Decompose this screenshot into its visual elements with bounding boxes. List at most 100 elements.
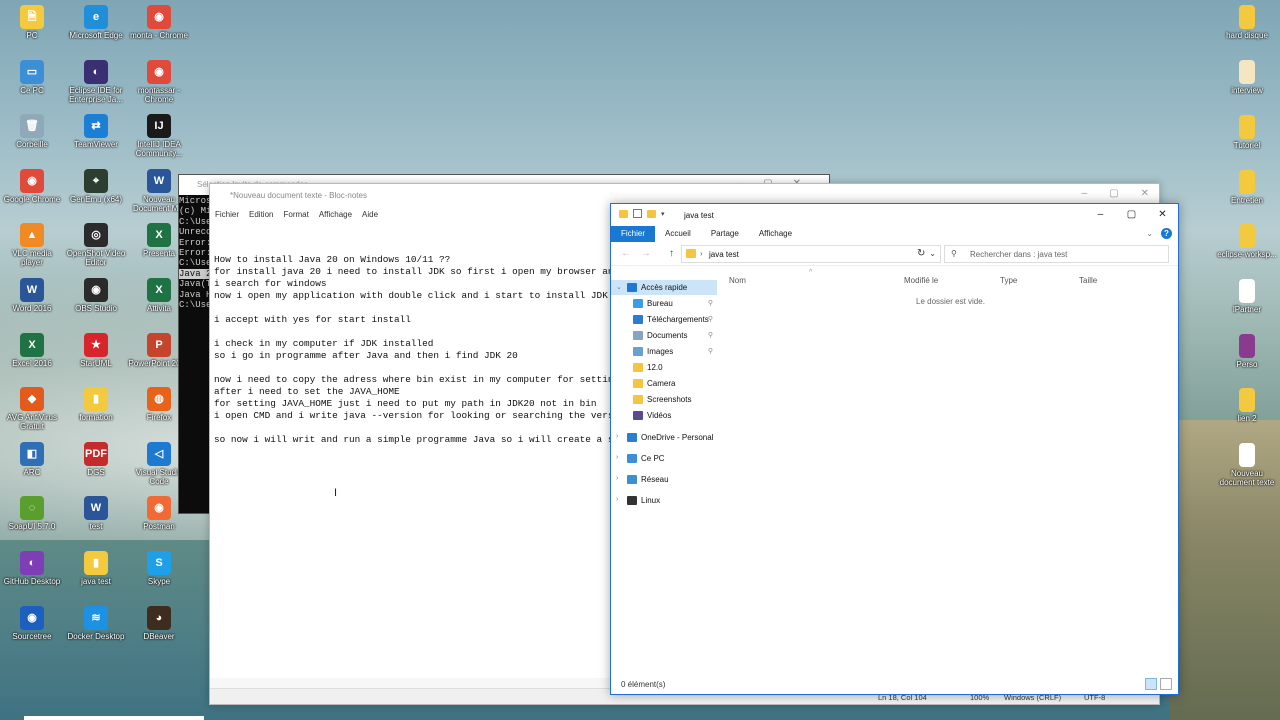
pin-icon[interactable]: ⚲ bbox=[708, 331, 713, 339]
notepad-text-area[interactable]: How to install Java 20 on Windows 10/11 … bbox=[214, 242, 610, 662]
chevron-right-icon[interactable]: › bbox=[616, 475, 618, 482]
desktop-icon-entretien[interactable]: Entretien bbox=[1216, 170, 1278, 205]
desktop-icon-ce-pc[interactable]: ▭ Ce PC bbox=[1, 59, 63, 95]
desktop-icon-soapui-5-7-0[interactable]: ◌ SoapUI 5.7.0 bbox=[1, 496, 63, 531]
desktop-icon-google-chrome[interactable]: ◉ Google Chrome bbox=[1, 168, 63, 204]
desktop-icon-genemu-x64[interactable]: ⌖ GenEmu (x64) bbox=[65, 168, 127, 204]
nav-item-camera[interactable]: Camera bbox=[611, 376, 717, 391]
desktop-icon-excel-2016[interactable]: X Excel 2016 bbox=[1, 332, 63, 368]
menu-fichier[interactable]: Fichier bbox=[215, 210, 239, 219]
close-icon[interactable]: ✕ bbox=[1147, 204, 1178, 226]
search-input[interactable]: ⚲ Rechercher dans : java test bbox=[944, 245, 1169, 263]
nav-item-telechargements[interactable]: Téléchargements ⚲ bbox=[611, 312, 717, 327]
properties-icon[interactable] bbox=[633, 209, 642, 218]
desktop-icon-avg-antivirus-gratuit[interactable]: ◆ AVG AntiVirus Gratuit bbox=[1, 387, 63, 431]
desktop-icon-interview[interactable]: interview bbox=[1216, 60, 1278, 95]
tab-accueil[interactable]: Accueil bbox=[655, 226, 701, 242]
desktop-icon-dgs[interactable]: PDF DGS bbox=[65, 441, 127, 477]
nav-item-images[interactable]: Images ⚲ bbox=[611, 344, 717, 359]
desktop-icon-java-test[interactable]: ▮ java test bbox=[65, 551, 127, 586]
pin-icon[interactable]: ⚲ bbox=[708, 347, 713, 355]
desktop-icon-sourcetree[interactable]: ◉ Sourcetree bbox=[1, 605, 63, 641]
desktop-icon-montassar-chrome[interactable]: ◉ montassar - Chrome bbox=[128, 59, 190, 104]
menu-edition[interactable]: Edition bbox=[249, 210, 273, 219]
desktop-icon-obs-studio[interactable]: ◉ OBS Studio bbox=[65, 278, 127, 313]
desktop-icon-label: montassar - Chrome bbox=[137, 85, 181, 104]
desktop-icon-github-desktop[interactable]: ◐ GitHub Desktop bbox=[1, 551, 63, 586]
expand-ribbon-icon[interactable]: ⌄ bbox=[1146, 229, 1153, 238]
address-bar[interactable]: › java test ⌄ bbox=[681, 245, 941, 263]
customize-toolbar-icon[interactable]: ▾ bbox=[661, 210, 665, 218]
chevron-down-icon[interactable]: ⌄ bbox=[929, 249, 936, 258]
desktop-icon-tutoriel[interactable]: Tutoriel bbox=[1216, 115, 1278, 150]
desktop-icon-skype[interactable]: S Skype bbox=[128, 551, 190, 586]
chevron-right-icon[interactable]: › bbox=[616, 454, 618, 461]
desktop-icon-staruml[interactable]: ★ StarUML bbox=[65, 332, 127, 368]
desktop-icon-word-2016[interactable]: W Word 2016 bbox=[1, 278, 63, 313]
nav-item-linux[interactable]: › Linux bbox=[611, 493, 717, 508]
nav-item-onedrive-personal[interactable]: › OneDrive - Personal bbox=[611, 430, 717, 445]
explorer-titlebar[interactable]: ▾ java test – ▢ ✕ bbox=[611, 204, 1178, 226]
minimize-icon[interactable]: – bbox=[1085, 204, 1116, 226]
close-icon[interactable]: ✕ bbox=[1141, 188, 1149, 199]
column-type[interactable]: Type bbox=[1000, 276, 1017, 285]
desktop-icon-eclipse-worksp[interactable]: eclipse-worksp... bbox=[1216, 224, 1278, 259]
chevron-right-icon[interactable]: › bbox=[700, 249, 703, 258]
desktop-icon-docker-desktop[interactable]: ≋ Docker Desktop bbox=[65, 605, 127, 641]
chevron-right-icon[interactable]: › bbox=[616, 496, 618, 503]
nav-item-videos[interactable]: Vidéos bbox=[611, 408, 717, 423]
minimize-icon[interactable]: – bbox=[1082, 188, 1088, 199]
desktop-icon-vlc-media-player[interactable]: ▲ VLC media player bbox=[1, 223, 63, 267]
menu-aide[interactable]: Aide bbox=[362, 210, 378, 219]
notepad-horizontal-scrollbar[interactable] bbox=[210, 678, 610, 688]
back-arrow-icon[interactable]: ← bbox=[621, 248, 631, 259]
refresh-icon[interactable]: ↻ bbox=[917, 248, 925, 259]
desktop-icon-eclipse-ide-for-enterprise-ja[interactable]: ◐ Eclipse IDE for Enterprise Ja... bbox=[65, 59, 127, 104]
nav-item-acces-rapide[interactable]: ⌄ Accès rapide bbox=[611, 280, 717, 295]
desktop-icon-openshot-video-editor[interactable]: ◎ OpenShot Video Editor bbox=[65, 223, 127, 267]
desktop-icon-lpartner[interactable]: lPartner bbox=[1216, 279, 1278, 314]
maximize-icon[interactable]: ▢ bbox=[1116, 204, 1147, 226]
desktop-icon-test[interactable]: Wtest bbox=[65, 496, 127, 531]
large-icons-view-icon[interactable] bbox=[1160, 678, 1172, 690]
address-path[interactable]: java test bbox=[709, 250, 739, 259]
details-view-icon[interactable] bbox=[1145, 678, 1157, 690]
chevron-right-icon[interactable]: › bbox=[616, 433, 618, 440]
maximize-icon[interactable]: ▢ bbox=[1109, 188, 1118, 199]
desktop-icon-perso[interactable]: Perso bbox=[1216, 334, 1278, 369]
desktop-icon-monta-chrome[interactable]: ◉ monta - Chrome bbox=[128, 5, 190, 40]
nav-item-reseau[interactable]: › Réseau bbox=[611, 472, 717, 487]
tab-fichier[interactable]: Fichier bbox=[611, 226, 656, 242]
menu-format[interactable]: Format bbox=[283, 210, 308, 219]
new-folder-icon[interactable] bbox=[647, 209, 656, 218]
column-name[interactable]: Nom bbox=[729, 276, 746, 285]
tab-partage[interactable]: Partage bbox=[701, 226, 749, 242]
desktop-icon-pc[interactable]: 🗎 PC bbox=[1, 5, 63, 40]
nav-item-bureau[interactable]: Bureau ⚲ bbox=[611, 296, 717, 311]
nav-item-screenshots[interactable]: Screenshots bbox=[611, 392, 717, 407]
tab-affichage[interactable]: Affichage bbox=[749, 226, 802, 242]
help-icon[interactable]: ? bbox=[1161, 228, 1172, 239]
desktop-icon-formation[interactable]: ▮ formation bbox=[65, 387, 127, 422]
up-arrow-icon[interactable]: ↑ bbox=[669, 248, 674, 259]
desktop-icon-intellij-idea-community[interactable]: IJ IntelliJ IDEA Community... bbox=[128, 114, 190, 158]
menu-affichage[interactable]: Affichage bbox=[319, 210, 352, 219]
desktop-icon-corbeille[interactable]: 🗑 Corbeille bbox=[1, 114, 63, 149]
column-size[interactable]: Taille bbox=[1079, 276, 1097, 285]
pin-icon[interactable]: ⚲ bbox=[708, 299, 713, 307]
explorer-window[interactable]: ▾ java test – ▢ ✕ Fichier Accueil Partag… bbox=[610, 203, 1179, 695]
nav-item-12-0[interactable]: 12.0 bbox=[611, 360, 717, 375]
desktop-icon-microsoft-edge[interactable]: e Microsoft Edge bbox=[65, 5, 127, 40]
pin-icon[interactable]: ⚲ bbox=[708, 315, 713, 323]
column-modified[interactable]: Modifié le bbox=[904, 276, 938, 285]
desktop-icon-nouveau-document-texte[interactable]: Nouveau document texte bbox=[1216, 443, 1278, 487]
forward-arrow-icon[interactable]: → bbox=[641, 248, 651, 259]
desktop-icon-teamviewer[interactable]: ⇄ TeamViewer bbox=[65, 114, 127, 149]
nav-item-ce-pc[interactable]: › Ce PC bbox=[611, 451, 717, 466]
desktop-icon-lien-2[interactable]: lien 2 bbox=[1216, 388, 1278, 423]
desktop-icon-arc[interactable]: ◧ ARC bbox=[1, 441, 63, 477]
chevron-down-icon[interactable]: ⌄ bbox=[616, 283, 622, 291]
desktop-icon-dbeaver[interactable]: ◕ DBeaver bbox=[128, 605, 190, 641]
desktop-icon-hard-disque[interactable]: hard disque bbox=[1216, 5, 1278, 40]
nav-item-documents[interactable]: Documents ⚲ bbox=[611, 328, 717, 343]
